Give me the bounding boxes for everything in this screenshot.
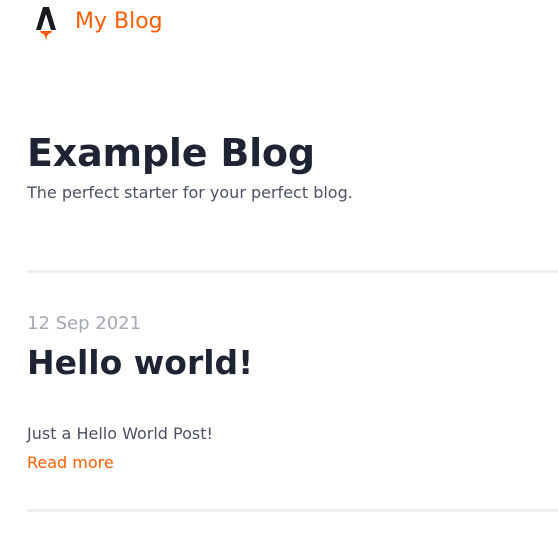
post-title[interactable]: Hello world! [27,341,253,385]
site-home-link[interactable]: My Blog [32,2,163,42]
section-divider-bottom [27,509,558,512]
post-excerpt: Just a Hello World Post! [27,424,213,443]
page-title: Example Blog [27,131,315,175]
site-title: My Blog [75,9,163,34]
astro-logo-icon [36,7,56,41]
read-more-link[interactable]: Read more [27,452,114,474]
post-date: 12 Sep 2021 [27,313,142,334]
section-divider [27,270,558,273]
page-description: The perfect starter for your perfect blo… [27,183,353,202]
page: My Blog Example Blog The perfect starter… [0,0,558,543]
